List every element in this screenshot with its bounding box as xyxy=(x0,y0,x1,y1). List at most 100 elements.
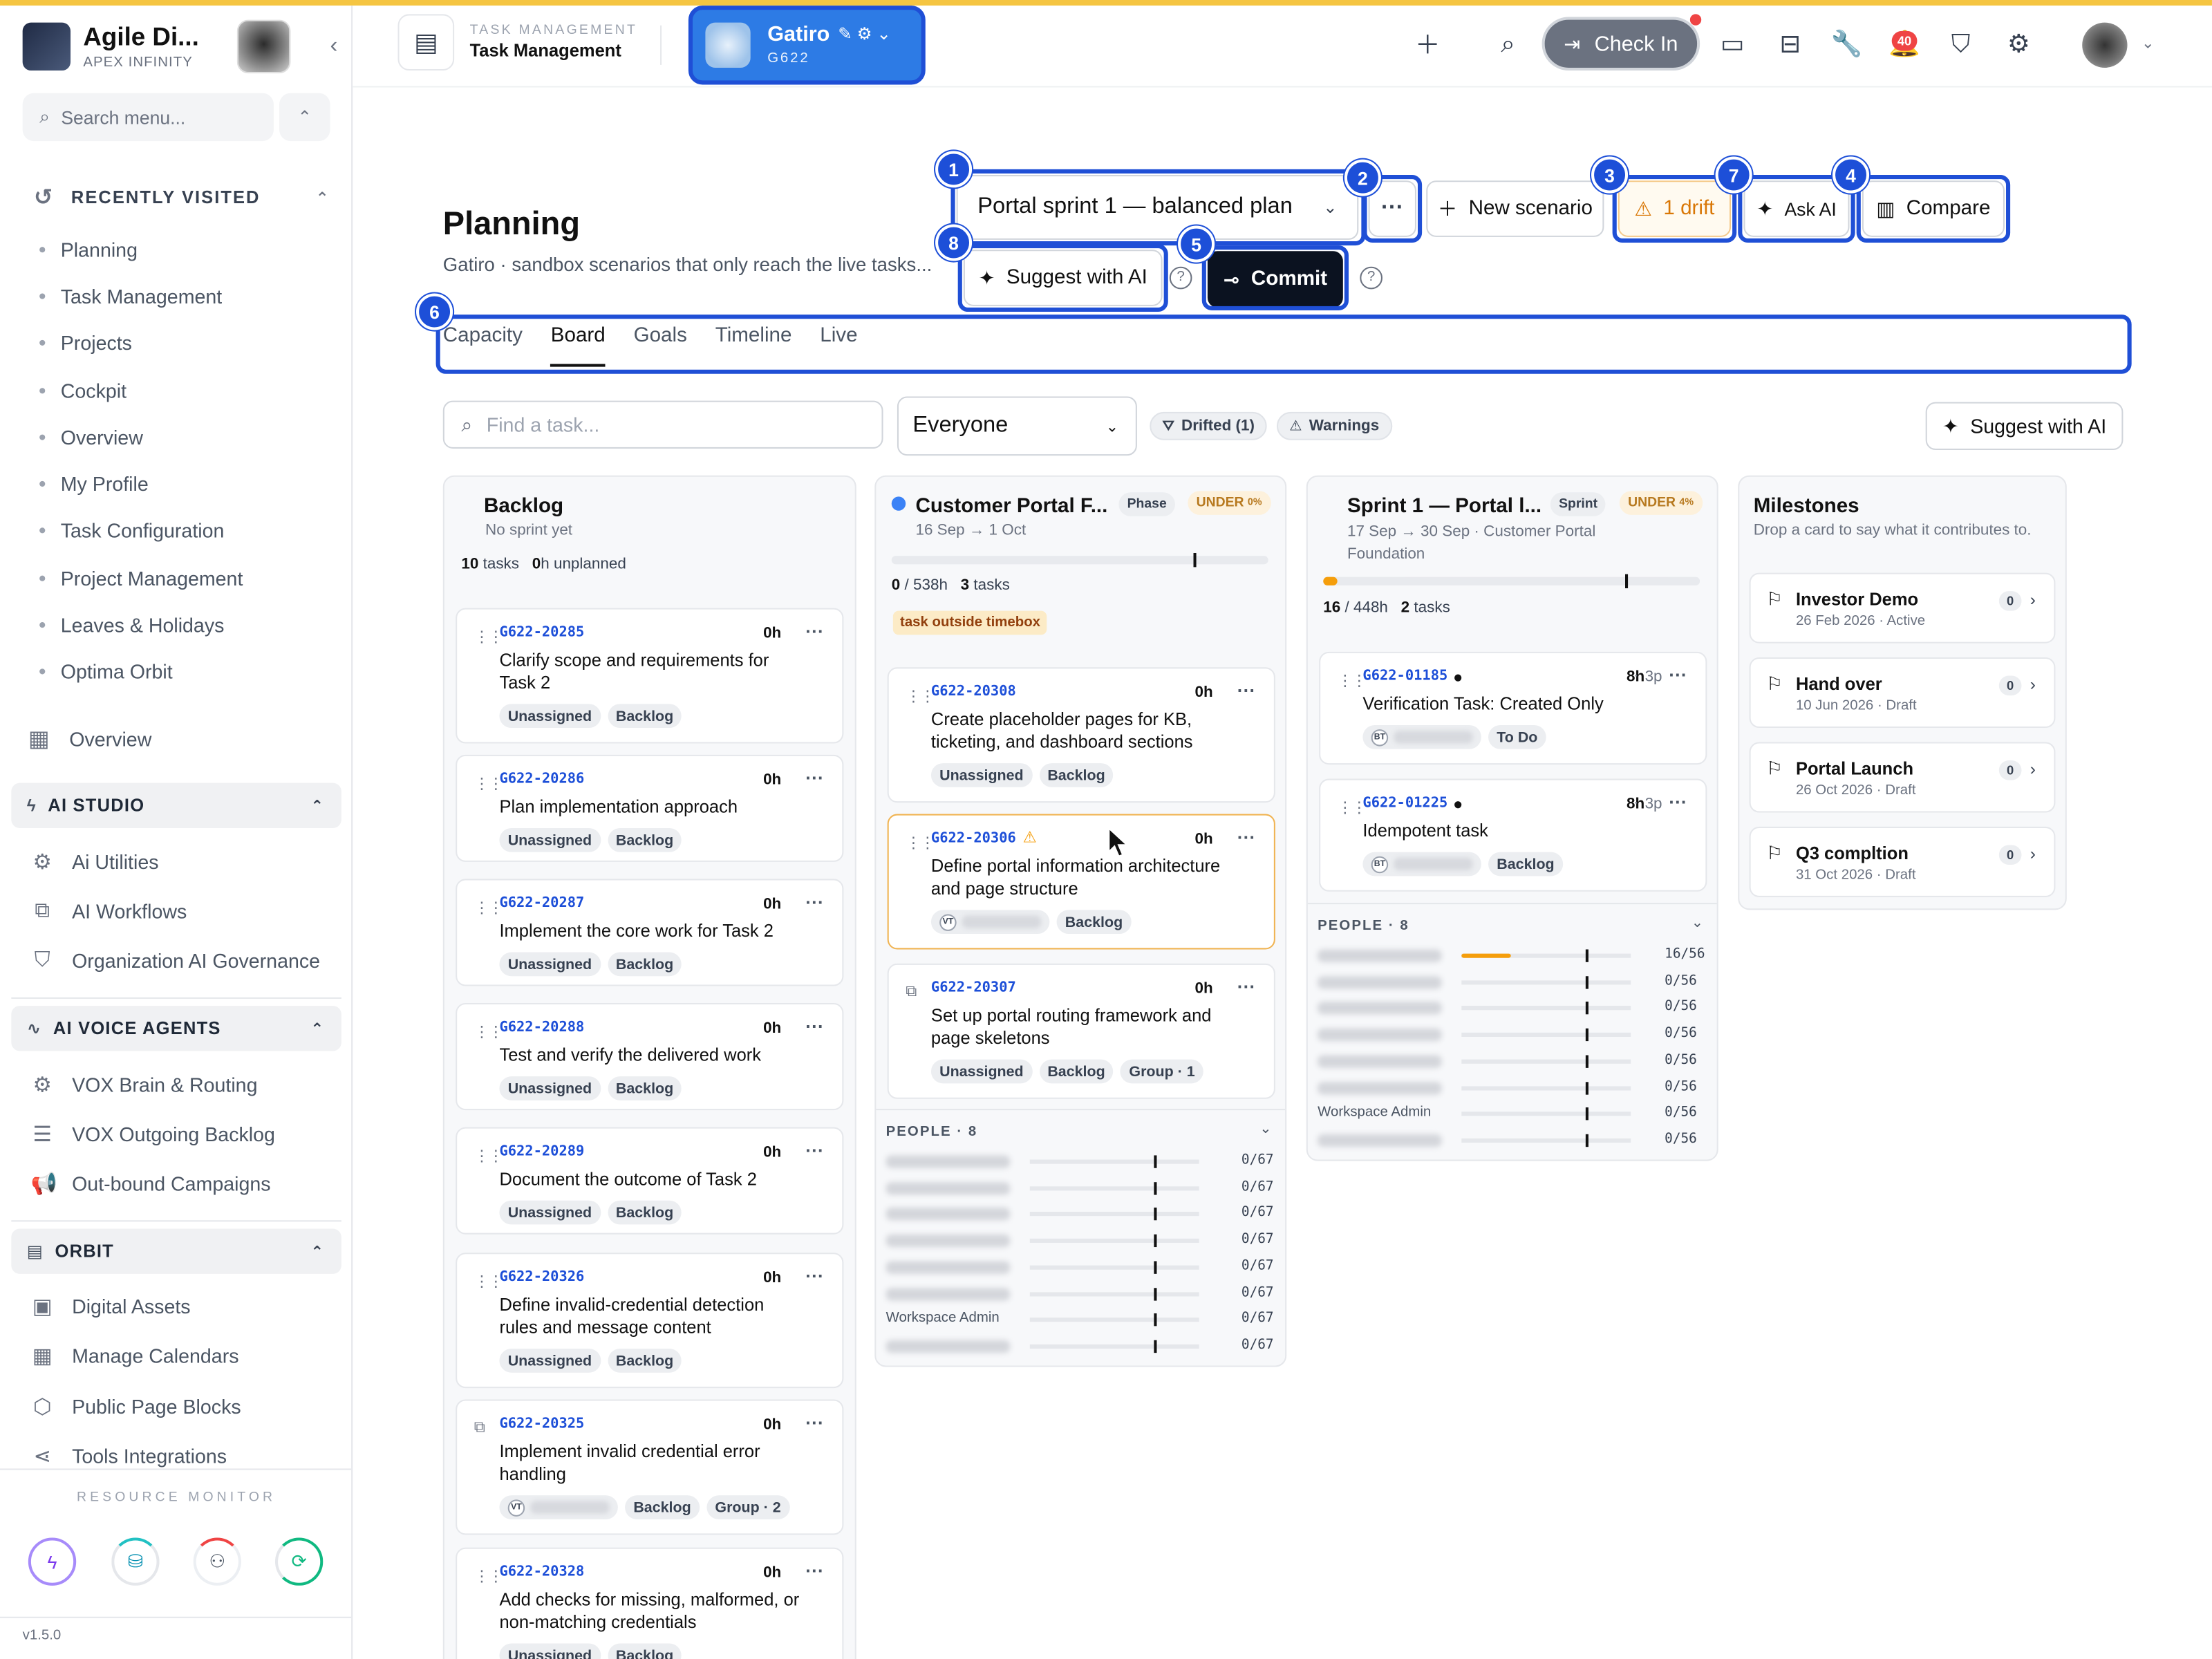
sidebar-item-vox-brain[interactable]: ⚙ VOX Brain & Routing xyxy=(31,1072,257,1098)
org-avatar[interactable] xyxy=(236,19,291,74)
brand[interactable]: Agile Di... APEX INFINITY ‹ xyxy=(22,19,347,82)
task-card[interactable]: ⋮⋮ G622-20287 0h ··· Implement the core work… xyxy=(456,879,844,986)
suggest-with-ai-button-secondary[interactable]: ✦ Suggest with AI xyxy=(1925,402,2124,451)
chevron-down-icon[interactable]: ⌄ xyxy=(1259,1121,1271,1136)
module-menu-icon[interactable]: ▤ xyxy=(397,14,455,71)
task-code[interactable]: G622-20289 xyxy=(499,1144,584,1159)
assignee-tag[interactable]: BT xyxy=(1362,852,1481,877)
orbit-header[interactable]: ▤ ORBIT ⌃ xyxy=(11,1228,341,1274)
task-code[interactable]: G622-20285 xyxy=(499,625,584,640)
workspace-actions[interactable]: ✎ ⚙ ⌄ xyxy=(838,24,891,44)
more-icon[interactable]: ··· xyxy=(805,621,824,642)
drag-handle-icon[interactable]: ⋮⋮ xyxy=(1338,798,1367,816)
chevron-right-icon[interactable]: › xyxy=(2030,675,2036,695)
tab-live[interactable]: Live xyxy=(820,316,857,366)
sidebar-item-vox-outgoing[interactable]: ☰ VOX Outgoing Backlog xyxy=(31,1121,274,1147)
drag-handle-icon[interactable]: ⧉ xyxy=(906,983,917,1002)
task-code[interactable]: G622-20326 xyxy=(499,1270,584,1285)
task-card[interactable]: ⋮⋮ G622-20288 0h ··· Test and verify the del… xyxy=(456,1003,844,1111)
task-card[interactable]: ⋮⋮ G622-20328 0h ··· Add checks for missing,… xyxy=(456,1547,844,1659)
user-avatar[interactable] xyxy=(2082,22,2128,68)
chevron-down-icon[interactable]: ⌄ xyxy=(1691,915,1703,930)
assignee-filter-select[interactable]: Everyone ⌄ xyxy=(897,396,1137,456)
wrench-icon[interactable]: 🔧 xyxy=(1823,20,1871,68)
tab-capacity[interactable]: Capacity xyxy=(443,316,523,366)
recent-item[interactable]: Leaves & Holidays xyxy=(39,601,336,648)
drag-handle-icon[interactable]: ⋮⋮ xyxy=(474,1023,504,1041)
task-card[interactable]: ⋮⋮ G622-20286 0h ··· Plan implementation app… xyxy=(456,754,844,862)
drag-handle-icon[interactable]: ⋮⋮ xyxy=(474,628,504,646)
task-code[interactable]: G622-01185 xyxy=(1362,668,1447,684)
users-ring-icon[interactable]: ⚇ xyxy=(193,1537,241,1586)
chevron-down-icon[interactable]: ⌄ xyxy=(2141,34,2155,52)
shield-icon[interactable]: ⛉ xyxy=(1937,20,1985,68)
recent-item[interactable]: Task Configuration xyxy=(39,507,336,554)
milestone-card[interactable]: ⚐ Hand over 10 Jun 2026 · Draft 0 › xyxy=(1749,657,2056,729)
sidebar-item-ai-utilities[interactable]: ⚙ Ai Utilities xyxy=(31,850,159,875)
milestone-card[interactable]: ⚐ Portal Launch 26 Oct 2026 · Draft 0 › xyxy=(1749,742,2056,813)
more-icon[interactable]: ··· xyxy=(805,1266,824,1287)
sidebar-item-digital-assets[interactable]: ▣ Digital Assets xyxy=(31,1293,191,1319)
cpu-ring-icon[interactable]: ϟ xyxy=(28,1537,77,1586)
sidebar-item-integrations[interactable]: ⋖ Tools Integrations xyxy=(31,1443,227,1469)
task-card[interactable]: ⋮⋮ G622-20289 0h ··· Document the outcome of… xyxy=(456,1127,844,1235)
tab-board[interactable]: Board xyxy=(550,316,606,367)
commit-button[interactable]: ⊸ Commit xyxy=(1207,251,1343,308)
chevron-right-icon[interactable]: › xyxy=(2030,590,2036,610)
find-task-input[interactable]: ⌕ Find a task... xyxy=(442,400,883,449)
task-card[interactable]: ⋮⋮ G622-01225 8h · 3p ··· Idempotent task BT Bac… xyxy=(1319,778,1707,892)
search-icon[interactable]: ⌕ xyxy=(1484,20,1532,68)
drag-handle-icon[interactable]: ⧉ xyxy=(474,1419,485,1438)
recent-item[interactable]: Optima Orbit xyxy=(39,648,336,695)
recent-item[interactable]: Task Management xyxy=(39,272,336,319)
task-card[interactable]: ⧉ G622-20325 0h ··· Implement invalid creden… xyxy=(456,1399,844,1535)
search-menu-input[interactable]: ⌕ Search menu... xyxy=(22,93,274,142)
assignee-tag[interactable]: BT xyxy=(1362,724,1481,749)
milestone-card[interactable]: ⚐ Investor Demo 26 Feb 2026 · Active 0 › xyxy=(1749,572,2056,644)
ask-ai-button[interactable]: ✦ Ask AI xyxy=(1743,180,1850,237)
drifted-filter-chip[interactable]: ⛛ Drifted (1) xyxy=(1150,411,1268,440)
sidebar-item-ai-workflows[interactable]: ⧉ AI Workflows xyxy=(31,899,187,923)
drag-handle-icon[interactable]: ⋮⋮ xyxy=(906,687,935,705)
tab-goals[interactable]: Goals xyxy=(634,316,687,366)
more-icon[interactable]: ··· xyxy=(805,892,824,913)
sidebar-item-overview[interactable]: ▦ Overview xyxy=(28,725,152,753)
task-code[interactable]: G622-20328 xyxy=(499,1564,584,1580)
task-code[interactable]: G622-01225 xyxy=(1362,796,1447,811)
warnings-filter-chip[interactable]: ⚠ Warnings xyxy=(1276,411,1392,440)
check-in-button[interactable]: ⇥ Check In xyxy=(1541,17,1700,71)
collapse-sidebar-icon[interactable]: ‹ xyxy=(330,34,338,59)
recent-item[interactable]: Projects xyxy=(39,319,336,366)
task-card[interactable]: ⋮⋮ G622-20306 ⚠ 0h ··· Define portal informat… xyxy=(887,814,1275,950)
more-icon[interactable]: ··· xyxy=(1237,827,1256,848)
task-card[interactable]: ⧉ G622-20307 0h ··· Set up portal routing fr… xyxy=(887,963,1275,1099)
chevron-right-icon[interactable]: › xyxy=(2030,759,2036,779)
recent-item[interactable]: Cockpit xyxy=(39,366,336,413)
task-code[interactable]: G622-20307 xyxy=(931,980,1016,995)
drag-handle-icon[interactable]: ⋮⋮ xyxy=(906,834,935,852)
assignee-tag[interactable]: VT xyxy=(930,910,1050,935)
milestone-card[interactable]: ⚐ Q3 compltion 31 Oct 2026 · Draft 0 › xyxy=(1749,826,2056,897)
assignee-tag[interactable]: VT xyxy=(499,1495,618,1519)
task-card[interactable]: ⋮⋮ G622-01185 8h · 3p ··· Verification Task: C… xyxy=(1319,651,1707,765)
drag-handle-icon[interactable]: ⋮⋮ xyxy=(474,899,504,917)
more-icon[interactable]: ··· xyxy=(1237,976,1256,997)
task-card[interactable]: ⋮⋮ G622-20326 0h ··· Define invalid-credenti… xyxy=(456,1253,844,1389)
sidebar-item-campaigns[interactable]: 📢 Out-bound Campaigns xyxy=(31,1171,271,1197)
new-scenario-button[interactable]: ＋ New scenario xyxy=(1426,180,1604,237)
more-icon[interactable]: ··· xyxy=(805,1015,824,1037)
task-code[interactable]: G622-20325 xyxy=(499,1416,584,1432)
book-icon[interactable]: ⊟ xyxy=(1766,20,1814,68)
more-icon[interactable]: ··· xyxy=(805,1412,824,1434)
more-icon[interactable]: ··· xyxy=(1669,664,1687,686)
task-code[interactable]: G622-20306 xyxy=(931,831,1016,846)
monitor-icon[interactable]: ▭ xyxy=(1708,20,1756,68)
recent-item[interactable]: Project Management xyxy=(39,554,336,601)
drag-handle-icon[interactable]: ⋮⋮ xyxy=(474,774,504,792)
help-icon[interactable]: ? xyxy=(1360,266,1382,290)
drag-handle-icon[interactable]: ⋮⋮ xyxy=(474,1567,504,1585)
scenario-select[interactable]: Portal sprint 1 — balanced plan ⌄ xyxy=(956,175,1359,240)
help-icon[interactable]: ? xyxy=(1169,266,1192,290)
chevron-up-icon[interactable]: ⌃ xyxy=(279,93,330,142)
edit-icon[interactable]: ✎ xyxy=(838,24,852,44)
